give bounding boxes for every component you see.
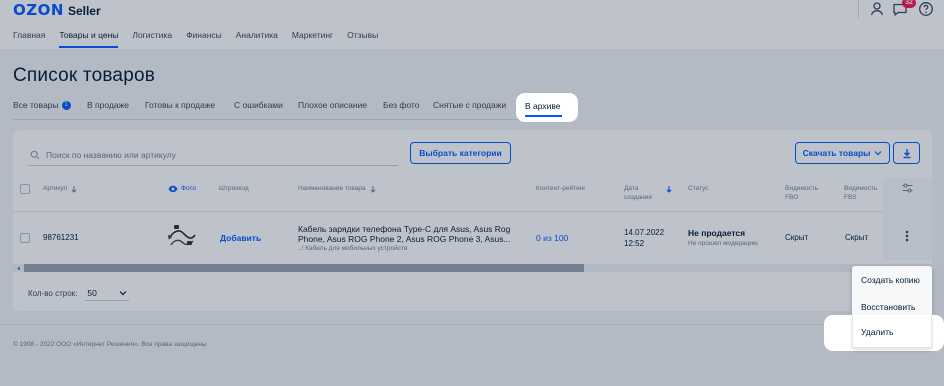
sort-arrow-icon bbox=[71, 185, 77, 193]
col-content-rating: Контент-рейтинг bbox=[536, 185, 586, 192]
col-name[interactable]: Наименование товара bbox=[298, 184, 377, 193]
col-created-line1: Дата bbox=[624, 185, 639, 192]
rows-per-page: Кол-во строк: 50 bbox=[28, 285, 130, 301]
tab-ready-for-sale[interactable]: Готовы к продаже bbox=[145, 100, 215, 110]
download-products-button[interactable]: Скачать товары bbox=[795, 142, 890, 164]
search-placeholder: Поиск по названию или артикулу bbox=[46, 149, 176, 160]
rows-per-page-select[interactable]: 50 bbox=[85, 285, 130, 301]
tab-archive-underline bbox=[525, 115, 562, 117]
col-barcode: Штрихкод bbox=[219, 185, 249, 192]
footer-divider bbox=[0, 324, 944, 325]
rows-per-page-label: Кол-во строк: bbox=[28, 288, 78, 298]
chevron-down-icon bbox=[874, 151, 882, 156]
col-photo[interactable]: Фото bbox=[168, 184, 196, 193]
tab-removed-from-sale[interactable]: Снятые с продажи bbox=[433, 100, 506, 110]
row-time: 12:52 bbox=[624, 239, 645, 248]
row-visibility-fbs: Скрыт bbox=[845, 233, 869, 242]
rows-per-page-value: 50 bbox=[87, 287, 97, 298]
col-vis-fbo-line1: Видимость bbox=[785, 185, 819, 192]
ozon-seller-logo[interactable]: OZON Seller bbox=[13, 1, 101, 19]
add-barcode-link[interactable]: Добавить bbox=[220, 233, 261, 243]
nav-marketing[interactable]: Маркетинг bbox=[292, 30, 333, 48]
header-divider bbox=[858, 0, 859, 18]
col-visibility-fbo: Видимость FBO bbox=[785, 184, 818, 202]
col-status: Статус bbox=[688, 185, 709, 192]
col-visibility-fbs: Видимость FBS bbox=[844, 184, 877, 202]
products-table-card: Поиск по названию или артикулу Выбрать к… bbox=[13, 130, 932, 311]
select-all-checkbox[interactable] bbox=[20, 184, 30, 194]
delete-highlight: Удалить bbox=[824, 315, 944, 351]
scroll-left-arrow-icon[interactable] bbox=[16, 266, 21, 271]
tab-archive-label: В архиве bbox=[525, 101, 561, 111]
menu-item-delete[interactable]: Удалить bbox=[861, 327, 893, 337]
nav-logistics[interactable]: Логистика bbox=[132, 30, 172, 48]
col-vis-fbo-line2: FBO bbox=[785, 194, 799, 201]
more-vertical-icon[interactable] bbox=[905, 230, 909, 242]
logo-brand: OZON bbox=[13, 1, 64, 19]
user-icon[interactable] bbox=[869, 1, 885, 17]
table-header: Артикул Фото Штрихкод Наименование товар… bbox=[13, 178, 932, 212]
top-header: OZON Seller 32 Главная Товары и цены Лог… bbox=[0, 0, 944, 49]
page-title: Список товаров bbox=[13, 65, 156, 86]
menu-item-create-copy[interactable]: Создать копию bbox=[861, 275, 920, 285]
row-product-name-line1[interactable]: Кабель зарядки телефона Type-C для Asus,… bbox=[298, 224, 510, 234]
chevron-down-icon bbox=[119, 290, 127, 295]
row-date: 14.07.2022 bbox=[624, 228, 665, 237]
row-visibility-fbo: Скрыт bbox=[785, 233, 809, 242]
sort-arrow-active-icon[interactable] bbox=[665, 185, 673, 193]
notification-badge: 32 bbox=[902, 0, 916, 8]
tab-on-sale[interactable]: В продаже bbox=[87, 100, 129, 110]
col-vis-fbs-line1: Видимость bbox=[844, 185, 878, 192]
row-category: ../ Кабель для мобильных устройств bbox=[298, 245, 408, 252]
tab-archive[interactable]: В архиве bbox=[516, 93, 578, 122]
copyright-text: © 1998 - 2022 ООО «Интернет Решения». Вс… bbox=[13, 341, 207, 348]
row-status: Не продается bbox=[688, 228, 746, 238]
main-nav: Главная Товары и цены Логистика Финансы … bbox=[13, 30, 392, 48]
nav-products-prices[interactable]: Товары и цены bbox=[59, 30, 119, 48]
row-status-reason: Не прошел модерацию bbox=[688, 240, 758, 247]
nav-reviews[interactable]: Отзывы bbox=[347, 30, 378, 48]
col-photo-label: Фото bbox=[181, 185, 196, 192]
horizontal-scrollbar[interactable] bbox=[13, 264, 932, 272]
col-article[interactable]: Артикул bbox=[43, 184, 78, 193]
eye-icon bbox=[168, 185, 178, 192]
scrollbar-thumb[interactable] bbox=[24, 264, 584, 272]
col-created-date[interactable]: Дата создания bbox=[624, 184, 652, 202]
download-button[interactable] bbox=[893, 142, 920, 164]
column-settings-cell bbox=[883, 178, 932, 212]
row-content-rating-link[interactable]: 0 из 100 bbox=[536, 233, 568, 243]
logo-product: Seller bbox=[67, 4, 101, 18]
nav-home[interactable]: Главная bbox=[13, 30, 45, 48]
tab-bad-description[interactable]: Плохое описание bbox=[298, 100, 367, 110]
tab-with-errors[interactable]: С ошибками bbox=[234, 100, 283, 110]
select-categories-button[interactable]: Выбрать категории bbox=[410, 142, 511, 164]
nav-finance[interactable]: Финансы bbox=[186, 30, 222, 48]
tab-no-photo[interactable]: Без фото bbox=[383, 100, 419, 110]
row-actions-cell bbox=[883, 212, 932, 260]
col-name-label: Наименование товара bbox=[298, 185, 366, 192]
tab-all-products[interactable]: Все товары 1 bbox=[13, 100, 71, 110]
row-product-name-line2[interactable]: Phone, Asus ROG Phone 2, Asus ROG Phone … bbox=[298, 234, 511, 244]
download-icon bbox=[903, 148, 910, 158]
help-icon[interactable] bbox=[918, 1, 934, 17]
row-checkbox[interactable] bbox=[20, 233, 30, 243]
row-article: 98761231 bbox=[43, 233, 79, 242]
tab-all-products-label: Все товары bbox=[13, 100, 59, 110]
product-thumbnail[interactable] bbox=[165, 221, 199, 251]
col-created-line2: создания bbox=[624, 194, 652, 201]
column-settings-icon[interactable] bbox=[902, 183, 913, 193]
col-vis-fbs-line2: FBS bbox=[844, 194, 857, 201]
product-status-tabs: Все товары 1 В продаже Готовы к продаже … bbox=[13, 100, 568, 120]
menu-item-restore[interactable]: Восстановить bbox=[861, 302, 915, 312]
sort-arrow-icon bbox=[370, 185, 376, 193]
tab-all-count-badge: 1 bbox=[61, 100, 71, 110]
download-products-label: Скачать товары bbox=[802, 148, 871, 158]
col-article-label: Артикул bbox=[43, 185, 68, 192]
search-input[interactable]: Поиск по названию или артикулу bbox=[28, 144, 398, 166]
search-icon bbox=[30, 150, 40, 159]
nav-analytics[interactable]: Аналитика bbox=[236, 30, 278, 48]
table-row[interactable]: 98761231 Добавить Кабель зарядки телефон… bbox=[13, 212, 932, 260]
